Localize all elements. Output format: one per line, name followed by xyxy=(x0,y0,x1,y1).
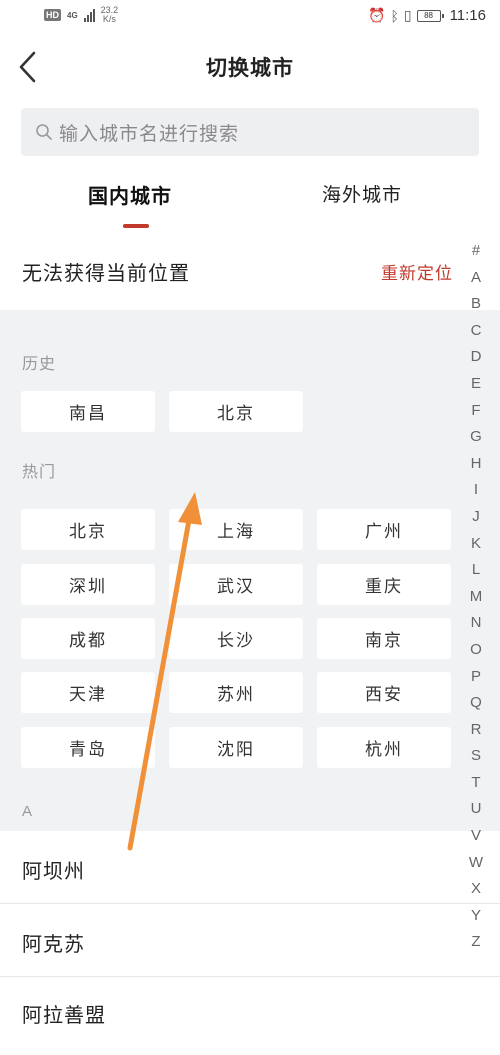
page-title: 切换城市 xyxy=(206,55,294,80)
index-letter[interactable]: I xyxy=(464,477,488,504)
active-tab-indicator xyxy=(123,224,149,228)
index-letter[interactable]: B xyxy=(464,291,488,318)
alarm-icon: ⏰ xyxy=(368,7,386,23)
network-speed: 23.2 K/s xyxy=(101,6,119,24)
hot-city-chip[interactable]: 重庆 xyxy=(317,564,451,605)
list-item[interactable]: 阿坝州 xyxy=(0,831,500,903)
index-letter[interactable]: D xyxy=(464,344,488,371)
index-letter[interactable]: V xyxy=(464,823,488,850)
history-city-chip[interactable]: 北京 xyxy=(169,391,303,432)
hot-city-chip[interactable]: 南京 xyxy=(317,618,451,659)
status-left: HD 4G 23.2 K/s xyxy=(44,6,118,24)
relocate-button[interactable]: 重新定位 xyxy=(381,259,453,284)
status-right: ⏰ ᛒ ▯ 88 11:16 xyxy=(368,7,486,24)
hot-city-chip[interactable]: 长沙 xyxy=(169,618,303,659)
hot-city-chip[interactable]: 北京 xyxy=(21,509,155,550)
index-letter[interactable]: U xyxy=(464,796,488,823)
list-item[interactable]: 阿克苏 xyxy=(0,904,500,976)
search-icon xyxy=(36,124,52,140)
index-letter[interactable]: A xyxy=(464,265,488,292)
list-item[interactable]: 阿拉善盟 xyxy=(0,977,500,1055)
index-letter[interactable]: Q xyxy=(464,690,488,717)
index-letter[interactable]: H xyxy=(464,451,488,478)
city-name: 阿坝州 xyxy=(22,859,85,883)
battery-icon: 88 xyxy=(416,9,444,22)
hot-city-chip[interactable]: 西安 xyxy=(317,672,451,713)
index-letter[interactable]: F xyxy=(464,398,488,425)
index-letter[interactable]: # xyxy=(464,238,488,265)
index-letter[interactable]: W xyxy=(464,850,488,877)
tab-overseas-cities[interactable]: 海外城市 xyxy=(322,180,402,207)
index-letter[interactable]: K xyxy=(464,531,488,558)
hot-city-chip[interactable]: 成都 xyxy=(21,618,155,659)
hot-city-chip[interactable]: 深圳 xyxy=(21,564,155,605)
hot-city-chip[interactable]: 上海 xyxy=(169,509,303,550)
index-letter[interactable]: Z xyxy=(464,929,488,956)
index-letter[interactable]: E xyxy=(464,371,488,398)
network-type: 4G xyxy=(67,10,78,20)
hot-city-chip[interactable]: 杭州 xyxy=(317,727,451,768)
index-letter[interactable]: T xyxy=(464,770,488,797)
city-name: 阿拉善盟 xyxy=(22,1003,106,1027)
index-letter[interactable]: X xyxy=(464,876,488,903)
index-letter[interactable]: Y xyxy=(464,903,488,930)
search-placeholder: 输入城市名进行搜索 xyxy=(59,122,240,145)
index-letter[interactable]: O xyxy=(464,637,488,664)
signal-icon xyxy=(83,8,95,22)
location-status: 无法获得当前位置 xyxy=(22,261,190,285)
bluetooth-icon: ᛒ xyxy=(390,7,399,24)
index-letter[interactable]: M xyxy=(464,584,488,611)
index-letter[interactable]: P xyxy=(464,664,488,691)
hot-city-chip[interactable]: 苏州 xyxy=(169,672,303,713)
index-letter[interactable]: J xyxy=(464,504,488,531)
speed-unit: K/s xyxy=(102,14,116,24)
index-letter[interactable]: G xyxy=(464,424,488,451)
index-letter[interactable]: L xyxy=(464,557,488,584)
clock: 11:16 xyxy=(449,7,486,24)
index-letter[interactable]: N xyxy=(464,610,488,637)
list-section-header: A xyxy=(22,803,34,820)
status-bar: HD 4G 23.2 K/s ⏰ ᛒ ▯ 88 11:16 xyxy=(0,0,500,34)
hot-city-chip[interactable]: 广州 xyxy=(317,509,451,550)
history-city-chip[interactable]: 南昌 xyxy=(21,391,155,432)
index-letter[interactable]: S xyxy=(464,743,488,770)
hot-label: 热门 xyxy=(22,462,57,481)
search-input[interactable]: 输入城市名进行搜索 xyxy=(21,108,479,156)
hot-city-chip[interactable]: 沈阳 xyxy=(169,727,303,768)
hot-city-chip[interactable]: 武汉 xyxy=(169,564,303,605)
city-name: 阿克苏 xyxy=(22,932,85,956)
hot-city-chip[interactable]: 天津 xyxy=(21,672,155,713)
hd-badge: HD xyxy=(44,9,61,21)
hot-city-chip[interactable]: 青岛 xyxy=(21,727,155,768)
tab-domestic-cities[interactable]: 国内城市 xyxy=(88,180,172,209)
alphabet-index[interactable]: # A B C D E F G H I J K L M N O P Q R S … xyxy=(464,238,488,956)
index-letter[interactable]: R xyxy=(464,717,488,744)
history-label: 历史 xyxy=(22,354,57,373)
vibrate-icon: ▯ xyxy=(403,7,412,23)
index-letter[interactable]: C xyxy=(464,318,488,345)
